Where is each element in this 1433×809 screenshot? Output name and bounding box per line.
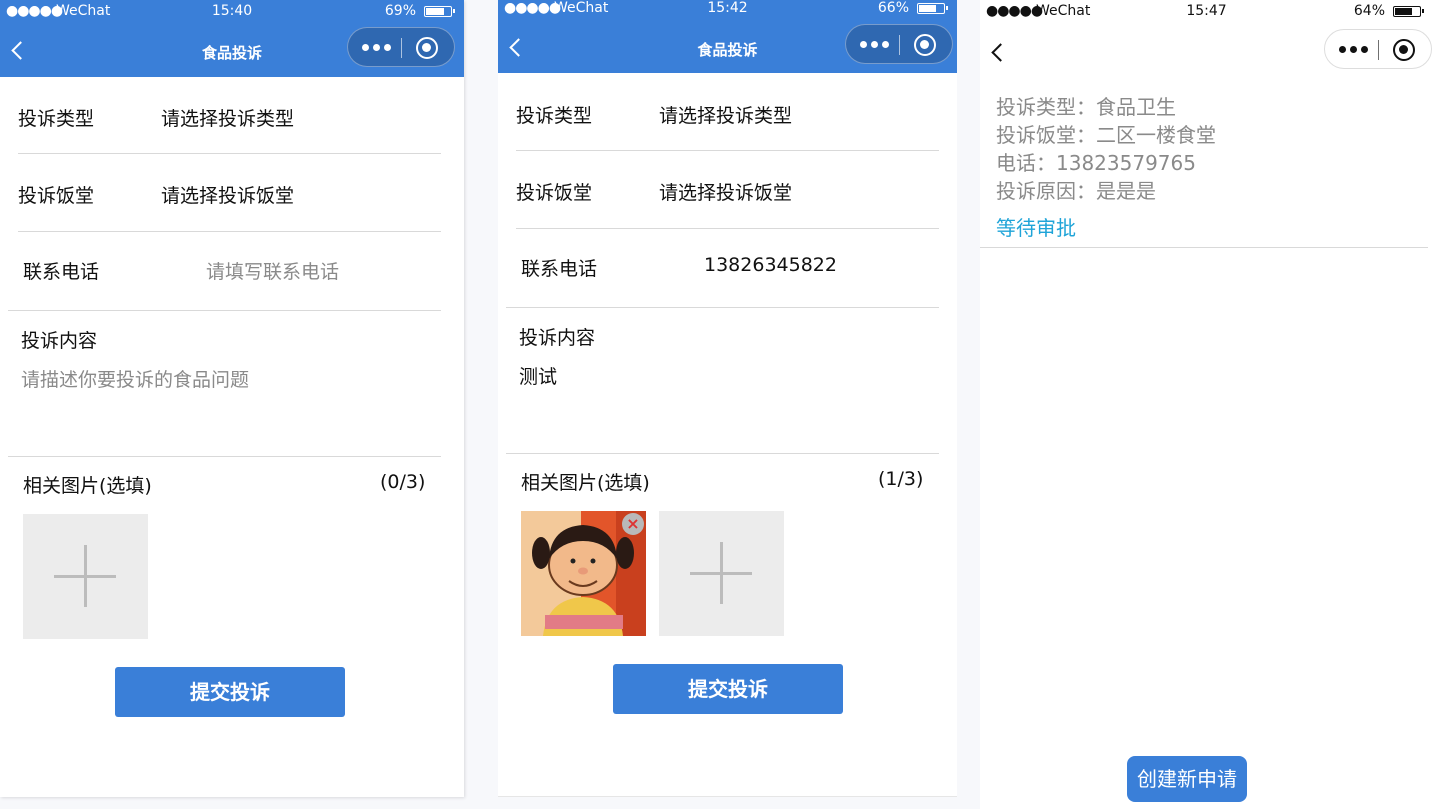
divider (506, 453, 939, 454)
screen-complaint-list: ●●●●● WeChat 15:47 64% 投诉类型：食品卫生 投诉饭堂：二区… (980, 0, 1433, 809)
canteen-picker[interactable]: 请选择投诉饭堂 (161, 181, 294, 208)
divider (8, 310, 441, 311)
phone-label: 联系电话 (23, 261, 100, 283)
capsule-separator (401, 38, 402, 58)
battery-icon (1393, 6, 1424, 17)
divider (498, 796, 957, 797)
divider (18, 231, 441, 232)
divider (516, 228, 939, 229)
divider (506, 307, 939, 308)
battery-icon (424, 6, 455, 17)
images-label: 相关图片(选填) (23, 475, 152, 497)
divider (18, 153, 441, 154)
battery-icon (917, 3, 948, 14)
screen-complaint-form-empty: ●●●●● WeChat 15:40 69% 食品投诉 投诉类型 请选择投诉类型… (0, 0, 464, 797)
record-status: 等待审批 (996, 216, 1076, 240)
status-bar: ●●●●● WeChat 15:42 66% (498, 0, 957, 19)
images-label: 相关图片(选填) (521, 472, 650, 494)
mini-program-capsule[interactable] (845, 24, 953, 64)
capsule-separator (1378, 40, 1379, 60)
more-icon[interactable] (860, 41, 890, 49)
content-label: 投诉内容 (21, 330, 98, 352)
submit-button[interactable]: 提交投诉 (613, 664, 843, 714)
submit-button[interactable]: 提交投诉 (115, 667, 345, 717)
battery-percent: 69% (384, 3, 416, 19)
content-textarea[interactable]: 请描述你要投诉的食品问题 (21, 365, 441, 445)
add-image-button[interactable] (659, 511, 784, 636)
type-label: 投诉类型 (516, 105, 593, 127)
divider (8, 456, 441, 457)
type-picker[interactable]: 请选择投诉类型 (659, 101, 792, 128)
canteen-label: 投诉饭堂 (516, 182, 593, 204)
phone-label: 联系电话 (521, 258, 598, 280)
screen-complaint-form-filled: ●●●●● WeChat 15:42 66% 食品投诉 投诉类型 请选择投诉类型… (498, 0, 957, 797)
battery-percent: 64% (1353, 3, 1385, 19)
record-canteen: 投诉饭堂：二区一楼食堂 (996, 123, 1216, 147)
record-type: 投诉类型：食品卫生 (996, 95, 1176, 119)
record-reason: 投诉原因：是是是 (996, 179, 1156, 203)
images-count: (0/3) (380, 471, 426, 493)
battery-percent: 66% (877, 0, 909, 16)
nav-bar: ●●●●● WeChat 15:40 69% 食品投诉 (0, 0, 464, 77)
mini-program-capsule[interactable] (347, 27, 455, 67)
delete-photo-icon[interactable]: × (622, 513, 644, 535)
content-label: 投诉内容 (519, 327, 596, 349)
capsule-separator (899, 35, 900, 55)
images-count: (1/3) (878, 468, 924, 490)
nav-bar: ●●●●● WeChat 15:42 66% 食品投诉 (498, 0, 957, 73)
status-bar: ●●●●● WeChat 15:47 64% (980, 0, 1433, 22)
close-mini-program-icon[interactable] (914, 34, 936, 56)
mini-program-capsule[interactable] (1324, 29, 1432, 69)
type-picker[interactable]: 请选择投诉类型 (161, 104, 294, 131)
canteen-picker[interactable]: 请选择投诉饭堂 (659, 178, 792, 205)
phone-input[interactable]: 13826345822 (704, 254, 837, 276)
more-icon[interactable] (362, 44, 392, 52)
add-image-button[interactable] (23, 514, 148, 639)
canteen-label: 投诉饭堂 (18, 185, 95, 207)
close-mini-program-icon[interactable] (416, 37, 438, 59)
back-icon[interactable] (988, 44, 1006, 62)
divider (516, 150, 939, 151)
more-icon[interactable] (1339, 46, 1369, 54)
close-mini-program-icon[interactable] (1393, 39, 1415, 61)
uploaded-photo[interactable]: × (521, 511, 646, 636)
divider (980, 247, 1428, 248)
content-textarea[interactable]: 测试 (519, 362, 939, 442)
phone-input[interactable]: 请填写联系电话 (206, 257, 339, 284)
create-new-button[interactable]: 创建新申请 (1127, 756, 1247, 802)
type-label: 投诉类型 (18, 108, 95, 130)
record-phone: 电话：13823579765 (996, 151, 1196, 175)
status-bar: ●●●●● WeChat 15:40 69% (0, 0, 464, 22)
